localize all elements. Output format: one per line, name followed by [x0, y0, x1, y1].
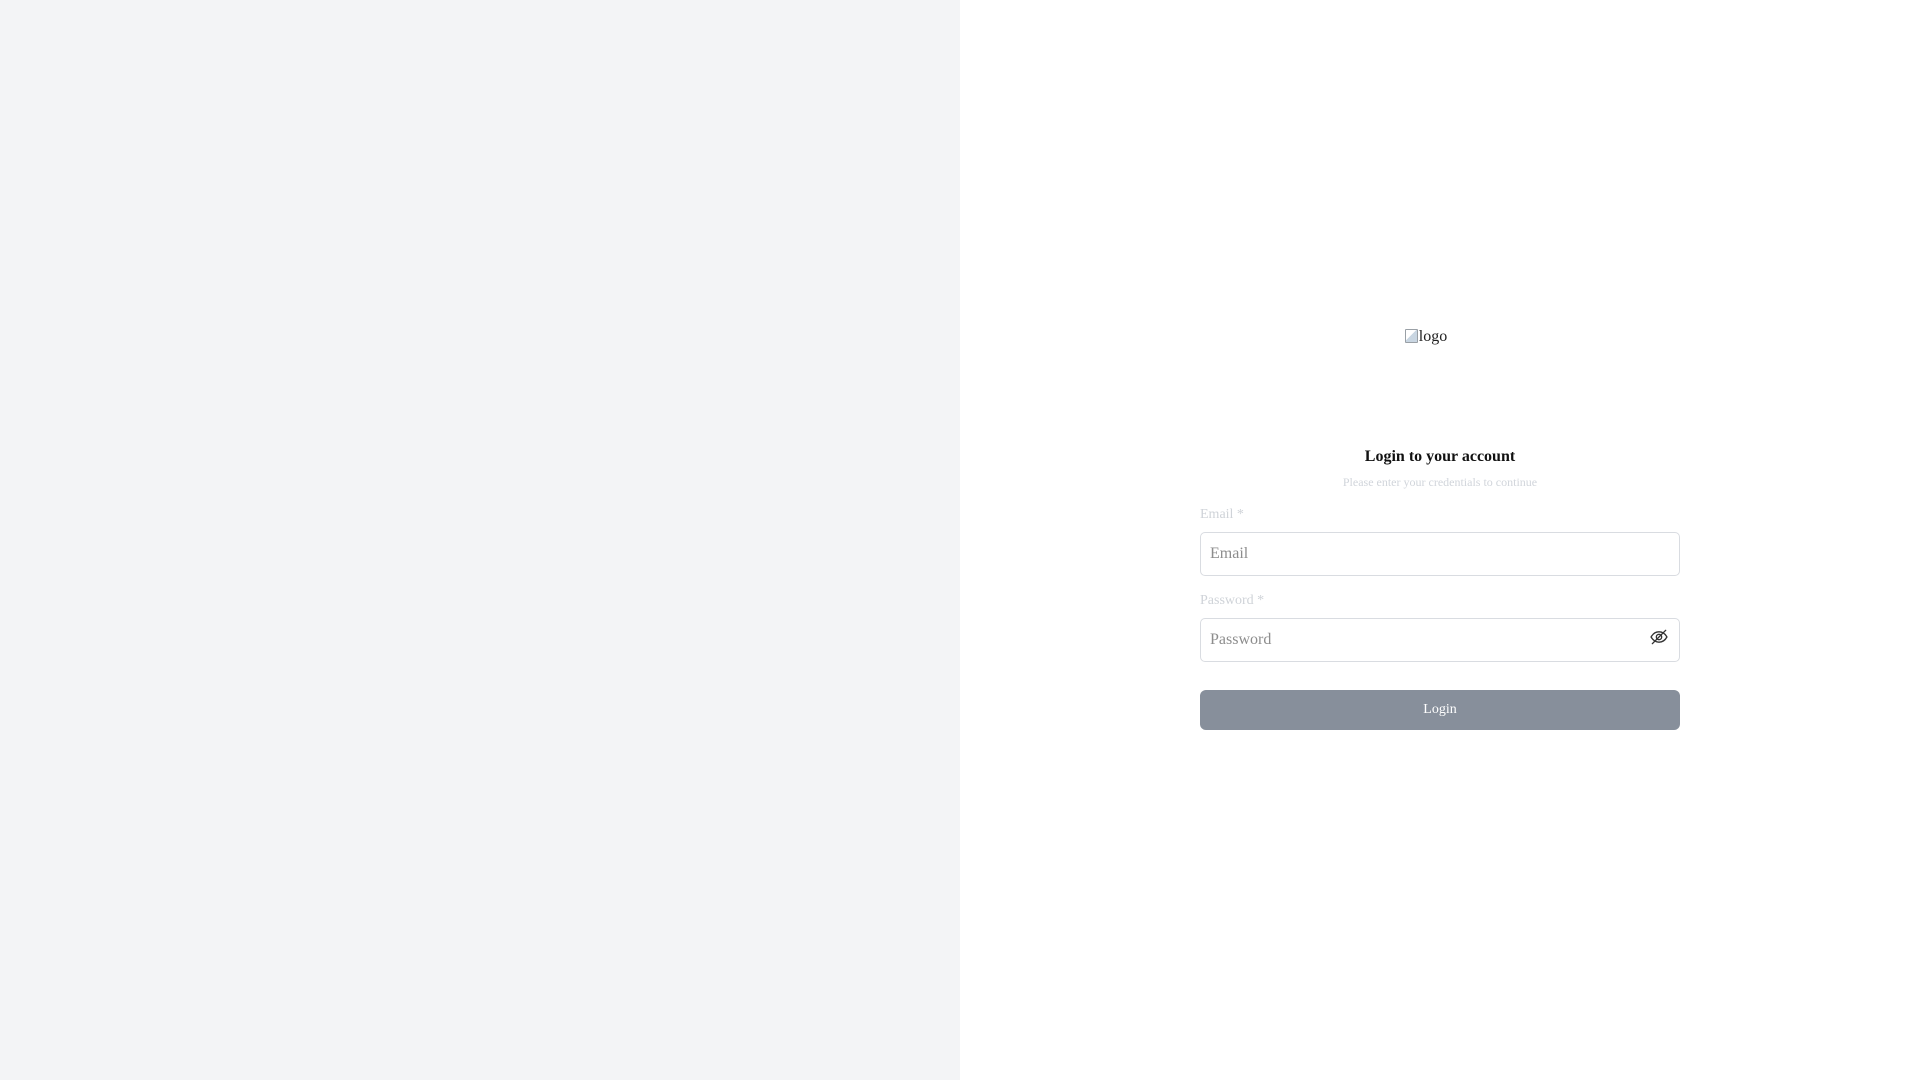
login-form: Email * Password *	[1200, 506, 1680, 730]
logo-alt-text: logo	[1418, 328, 1448, 345]
email-field-group: Email *	[1200, 506, 1680, 576]
eye-off-icon[interactable]	[1648, 626, 1670, 648]
password-label: Password *	[1200, 593, 1265, 608]
login-container: logo Login to your account Please enter …	[1200, 328, 1680, 730]
left-illustration-panel	[0, 0, 960, 1080]
page-title: Login to your account	[1364, 448, 1516, 465]
login-button[interactable]: Login	[1200, 690, 1680, 730]
email-input[interactable]	[1200, 532, 1680, 576]
page-subtitle: Please enter your credentials to continu…	[1342, 475, 1538, 489]
logo-image: logo	[1404, 328, 1448, 346]
password-input-wrap	[1200, 618, 1680, 662]
password-field-group: Password *	[1200, 592, 1680, 662]
password-input[interactable]	[1200, 618, 1680, 662]
broken-image-icon	[1404, 329, 1418, 343]
logo-wrap: logo	[1200, 328, 1680, 438]
right-login-panel: logo Login to your account Please enter …	[960, 0, 1920, 1080]
email-input-wrap	[1200, 532, 1680, 576]
login-page: logo Login to your account Please enter …	[0, 0, 1920, 1080]
login-heading: Login to your account Please enter your …	[1200, 446, 1680, 490]
email-label: Email *	[1200, 507, 1244, 522]
